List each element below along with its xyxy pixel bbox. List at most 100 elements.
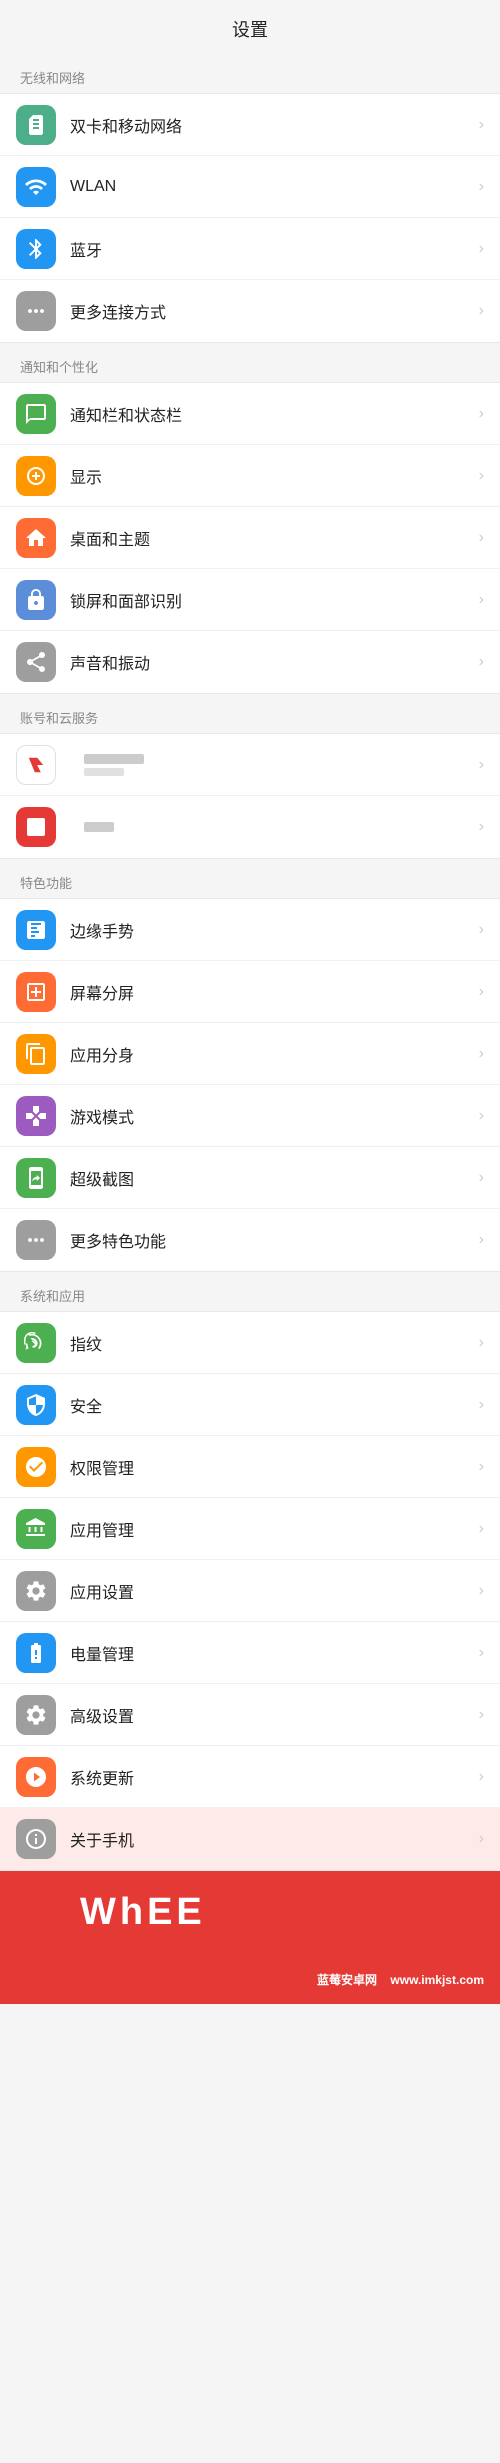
whee-banner: WhEE [0,1871,500,1954]
menu-label-lock: 锁屏和面部识别 [70,588,471,612]
menu-item-update[interactable]: 系统更新 › [0,1746,500,1808]
menu-item-advsetting[interactable]: 高级设置 › [0,1684,500,1746]
bt-icon [16,229,56,269]
chevron-account1: › [479,756,484,774]
chevron-display: › [479,467,484,485]
menu-item-screenshot[interactable]: 超级截图 › [0,1147,500,1209]
clone-icon [16,1034,56,1074]
menu-item-account1[interactable]: › [0,734,500,796]
section-system: 系统和应用 指纹 › 安全 › 权限管理 › 应 [0,1272,500,1871]
chevron-split: › [479,983,484,1001]
page-title: 设置 [0,0,500,54]
chevron-lock: › [479,591,484,609]
menu-label-perm: 权限管理 [70,1455,471,1479]
update-icon [16,1757,56,1797]
section-header-system: 系统和应用 [0,1272,500,1311]
account1-icon [16,745,56,785]
chevron-sound: › [479,653,484,671]
section-header-personalization: 通知和个性化 [0,343,500,382]
menu-list-system: 指纹 › 安全 › 权限管理 › 应用管理 › [0,1311,500,1871]
wifi-icon [16,167,56,207]
menu-label-more-feat: 更多特色功能 [70,1228,471,1252]
menu-item-desktop[interactable]: 桌面和主题 › [0,507,500,569]
menu-label-advsetting: 高级设置 [70,1703,471,1727]
menu-label-update: 系统更新 [70,1765,471,1789]
section-header-account: 账号和云服务 [0,694,500,733]
chevron-account2: › [479,818,484,836]
menu-label-battery: 电量管理 [70,1641,471,1665]
menu-item-appmanage[interactable]: 应用管理 › [0,1498,500,1560]
menu-item-game[interactable]: 游戏模式 › [0,1085,500,1147]
menu-item-notif[interactable]: 通知栏和状态栏 › [0,383,500,445]
section-features: 特色功能 边缘手势 › 屏幕分屏 › 应用分身 › [0,859,500,1272]
desktop-icon [16,518,56,558]
section-header-network: 无线和网络 [0,54,500,93]
menu-label-split: 屏幕分屏 [70,980,471,1004]
menu-item-finger[interactable]: 指纹 › [0,1312,500,1374]
more-conn-icon [16,291,56,331]
menu-item-wifi[interactable]: WLAN › [0,156,500,218]
menu-item-more-feat[interactable]: 更多特色功能 › [0,1209,500,1271]
chevron-notif: › [479,405,484,423]
lock-icon [16,580,56,620]
menu-item-edge[interactable]: 边缘手势 › [0,899,500,961]
chevron-sim: › [479,116,484,134]
chevron-update: › [479,1768,484,1786]
menu-item-lock[interactable]: 锁屏和面部识别 › [0,569,500,631]
menu-label-appmanage: 应用管理 [70,1517,471,1541]
chevron-game: › [479,1107,484,1125]
screenshot-icon [16,1158,56,1198]
chevron-edge: › [479,921,484,939]
menu-label-about: 关于手机 [70,1827,471,1851]
menu-label-desktop: 桌面和主题 [70,526,471,550]
chevron-advsetting: › [479,1706,484,1724]
sim-icon [16,105,56,145]
menu-label-edge: 边缘手势 [70,918,471,942]
finger-icon [16,1323,56,1363]
menu-item-bt[interactable]: 蓝牙 › [0,218,500,280]
menu-item-split[interactable]: 屏幕分屏 › [0,961,500,1023]
menu-item-about[interactable]: 关于手机 › [0,1808,500,1870]
menu-item-clone[interactable]: 应用分身 › [0,1023,500,1085]
section-personalization: 通知和个性化 通知栏和状态栏 › 显示 › 桌面和主题 › [0,343,500,694]
chevron-clone: › [479,1045,484,1063]
game-icon [16,1096,56,1136]
chevron-appmanage: › [479,1520,484,1538]
menu-list-features: 边缘手势 › 屏幕分屏 › 应用分身 › 游戏模式 › [0,898,500,1272]
menu-list-network: 双卡和移动网络 › WLAN › 蓝牙 › 更多连接方式 › [0,93,500,343]
battery-icon [16,1633,56,1673]
chevron-finger: › [479,1334,484,1352]
menu-item-more-conn[interactable]: 更多连接方式 › [0,280,500,342]
menu-item-sim[interactable]: 双卡和移动网络 › [0,94,500,156]
menu-item-perm[interactable]: 权限管理 › [0,1436,500,1498]
chevron-desktop: › [479,529,484,547]
chevron-perm: › [479,1458,484,1476]
menu-label-finger: 指纹 [70,1331,471,1355]
section-network: 无线和网络 双卡和移动网络 › WLAN › 蓝牙 › [0,54,500,343]
menu-item-battery[interactable]: 电量管理 › [0,1622,500,1684]
menu-label-security: 安全 [70,1393,471,1417]
menu-label-sim: 双卡和移动网络 [70,113,471,137]
chevron-appsetting: › [479,1582,484,1600]
menu-item-security[interactable]: 安全 › [0,1374,500,1436]
menu-item-display[interactable]: 显示 › [0,445,500,507]
menu-item-appsetting[interactable]: 应用设置 › [0,1560,500,1622]
account2-icon [16,807,56,847]
chevron-security: › [479,1396,484,1414]
menu-label-bt: 蓝牙 [70,237,471,261]
chevron-bt: › [479,240,484,258]
menu-label-display: 显示 [70,464,471,488]
menu-label-more-conn: 更多连接方式 [70,299,471,323]
menu-label-game: 游戏模式 [70,1104,471,1128]
appsetting-icon [16,1571,56,1611]
whee-text: WhEE [80,1891,206,1933]
chevron-screenshot: › [479,1169,484,1187]
menu-list-account: › › [0,733,500,859]
menu-list-personalization: 通知栏和状态栏 › 显示 › 桌面和主题 › 锁屏和面部识别 › [0,382,500,694]
notif-icon [16,394,56,434]
sound-icon [16,642,56,682]
menu-item-account2[interactable]: › [0,796,500,858]
chevron-wifi: › [479,178,484,196]
menu-item-sound[interactable]: 声音和振动 › [0,631,500,693]
about-icon [16,1819,56,1859]
